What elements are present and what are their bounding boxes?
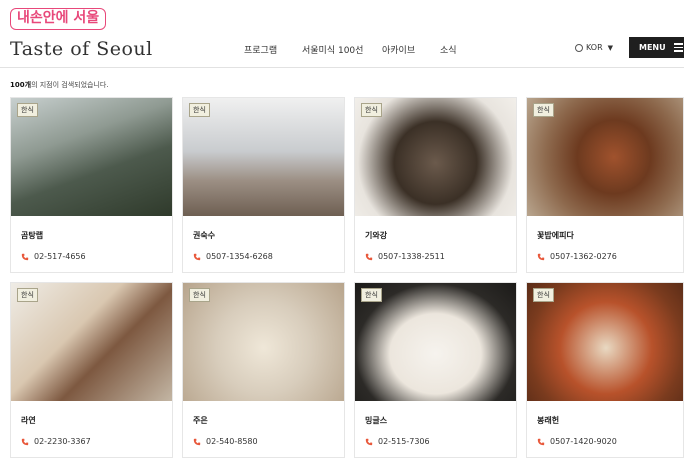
restaurant-name: 권숙수 [193,231,216,240]
globe-icon [575,43,583,52]
site-header: Taste of Seoul 프로그램 서울미식 100선 아카이브 소식 KO… [0,34,684,68]
nav-item-news[interactable]: 소식 [440,43,457,56]
nav-item-program[interactable]: 프로그램 [244,43,277,56]
category-tag: 한식 [189,103,210,117]
restaurant-card[interactable]: 한식 주은 02-540-8580 [182,282,345,458]
restaurant-card[interactable]: 한식 꽃밥에피다 0507-1362-0276 [526,97,684,273]
logo-text: Taste of Seoul [10,38,153,60]
phone-row: 02-517-4656 [21,252,86,261]
restaurant-card[interactable]: 한식 밍글스 02-515-7306 [354,282,517,458]
category-tag: 한식 [361,103,382,117]
hamburger-icon [673,43,683,52]
phone-number: 02-517-4656 [34,252,86,261]
restaurant-card[interactable]: 한식 권숙수 0507-1354-6268 [182,97,345,273]
phone-icon [193,253,201,260]
seoul-badge: 내손안에 서울 [10,8,107,30]
phone-number: 02-2230-3367 [34,437,91,446]
nav-item-archive[interactable]: 아카이브 [382,43,415,56]
phone-number: 0507-1362-0276 [550,252,617,261]
restaurant-name: 라연 [21,416,36,425]
phone-icon [193,438,201,445]
phone-row: 02-515-7306 [365,437,430,446]
phone-icon [365,438,373,445]
phone-icon [365,253,373,260]
caret-down-icon: ▼ [607,43,614,52]
phone-row: 02-540-8580 [193,437,258,446]
phone-number: 02-540-8580 [206,437,258,446]
restaurant-card[interactable]: 한식 기와강 0507-1338-2511 [354,97,517,273]
restaurant-card[interactable]: 한식 봉래헌 0507-1420-9020 [526,282,684,458]
restaurant-name: 밍글스 [365,416,388,425]
result-count: 100개 [10,81,32,89]
restaurant-name: 주은 [193,416,208,425]
category-tag: 한식 [361,288,382,302]
phone-number: 0507-1338-2511 [378,252,445,261]
phone-icon [537,253,545,260]
restaurant-card[interactable]: 한식 곰탕랩 02-517-4656 [10,97,173,273]
category-tag: 한식 [17,288,38,302]
language-selector[interactable]: KOR ▼ [575,43,613,52]
phone-row: 0507-1338-2511 [365,252,445,261]
phone-number: 0507-1354-6268 [206,252,273,261]
phone-row: 0507-1420-9020 [537,437,617,446]
restaurant-name: 기와강 [365,231,388,240]
category-tag: 한식 [533,288,554,302]
language-label: KOR [586,43,603,52]
result-suffix: 의 지점이 검색되었습니다. [31,81,109,89]
phone-row: 0507-1362-0276 [537,252,617,261]
phone-row: 02-2230-3367 [21,437,91,446]
category-tag: 한식 [17,103,38,117]
phone-icon [21,253,29,260]
restaurant-name: 곰탕랩 [21,231,44,240]
menu-button[interactable]: MENU [629,37,684,58]
restaurant-name: 꽃밥에피다 [537,231,574,240]
phone-icon [537,438,545,445]
phone-icon [21,438,29,445]
menu-label: MENU [639,43,666,52]
phone-number: 0507-1420-9020 [550,437,617,446]
category-tag: 한식 [189,288,210,302]
phone-number: 02-515-7306 [378,437,430,446]
phone-row: 0507-1354-6268 [193,252,273,261]
site-logo[interactable]: Taste of Seoul [10,38,153,60]
nav-item-top100[interactable]: 서울미식 100선 [302,43,363,56]
category-tag: 한식 [533,103,554,117]
restaurant-card[interactable]: 한식 라연 02-2230-3367 [10,282,173,458]
result-count-text: 100개의 지점이 검색되었습니다. [10,80,109,90]
restaurant-name: 봉래헌 [537,416,560,425]
